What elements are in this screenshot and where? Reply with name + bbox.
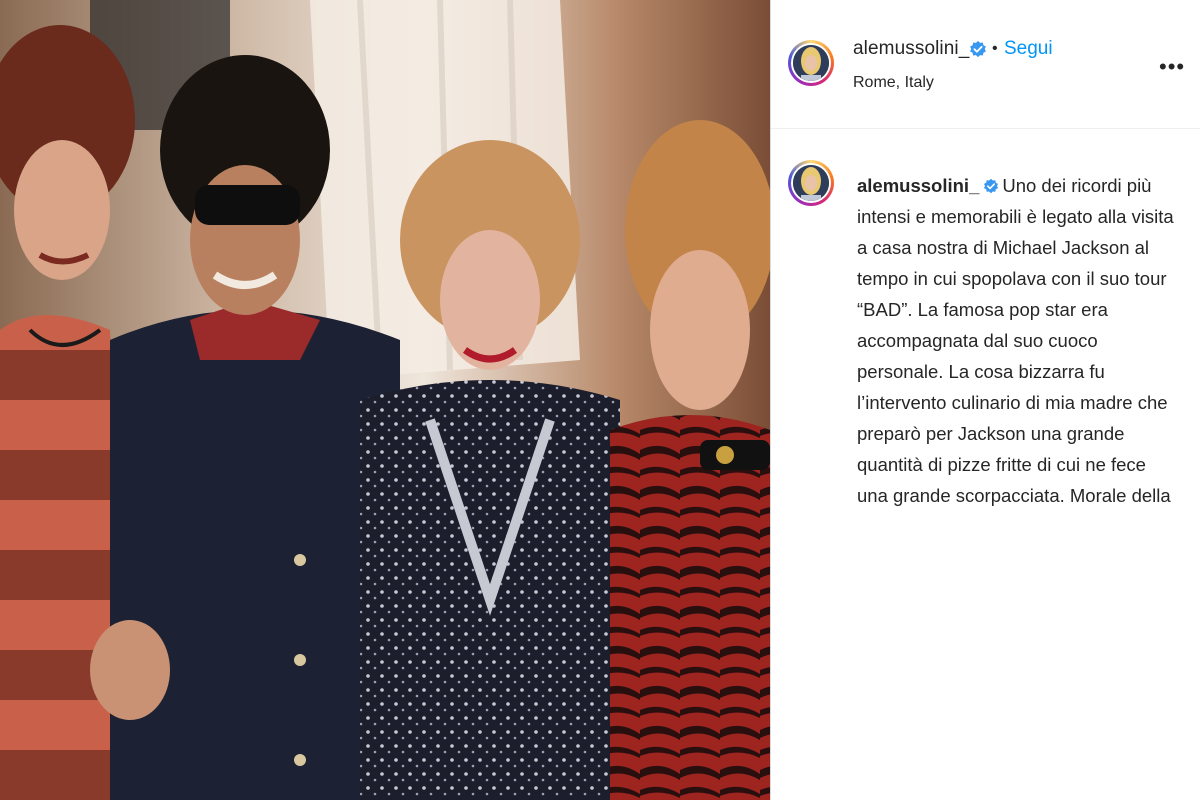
instagram-post: alemussolini_ • Segui Rome, Italy ••• al… <box>0 0 1200 800</box>
verified-badge-icon <box>970 40 986 58</box>
post-caption: alemussolini_ Uno dei ricordi più intens… <box>857 170 1177 511</box>
photo-illustration <box>0 0 770 800</box>
author-avatar[interactable] <box>788 40 834 86</box>
more-options-icon[interactable]: ••• <box>1159 54 1185 80</box>
author-username[interactable]: alemussolini_ <box>853 38 969 60</box>
post-sidebar: alemussolini_ • Segui Rome, Italy ••• al… <box>771 0 1200 800</box>
caption-username[interactable]: alemussolini_ <box>857 175 979 196</box>
caption-verified-icon <box>984 178 999 194</box>
caption-text: Uno dei ricordi più intensi e memorabili… <box>857 175 1174 506</box>
avatar-image <box>793 45 829 81</box>
caption-avatar[interactable] <box>788 160 834 206</box>
header-separator: • <box>992 40 998 57</box>
caption-avatar-image <box>793 165 829 201</box>
post-header: alemussolini_ • Segui Rome, Italy ••• <box>771 0 1200 129</box>
post-photo[interactable] <box>0 0 770 800</box>
post-location[interactable]: Rome, Italy <box>853 74 934 92</box>
follow-button[interactable]: Segui <box>1004 38 1053 60</box>
